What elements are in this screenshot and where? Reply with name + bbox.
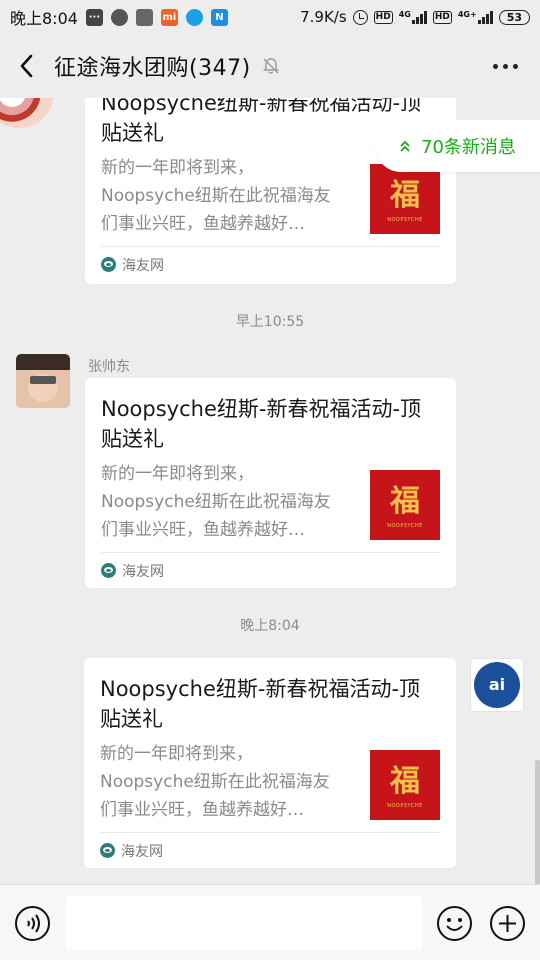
timestamp: 晚上8:04: [240, 618, 300, 634]
chat-header: 征途海水团购(347): [0, 34, 540, 98]
wechat-icon: [110, 8, 128, 26]
source-icon: [101, 563, 116, 578]
message-card[interactable]: Noopsyche纽斯-新春祝福活动-顶贴送礼 新的一年即将到来，Noopsyc…: [84, 658, 456, 868]
chevron-left-icon: [20, 54, 33, 78]
card-source: 海友网: [121, 843, 163, 860]
avatar-logo: ai: [474, 662, 520, 708]
card-thumbnail: 福 NOOPSYCHE: [370, 470, 440, 540]
plus-icon[interactable]: [489, 905, 526, 942]
battery-indicator: 53: [498, 9, 530, 25]
card-desc: 新的一年即将到来，Noopsyche纽斯在此祝福海友们事业兴旺，鱼越养越好…: [101, 464, 331, 540]
thumb-caption: NOOPSYCHE: [387, 522, 423, 529]
net-type-label: 4G: [398, 10, 411, 19]
thumb-caption: NOOPSYCHE: [387, 802, 423, 809]
hd-badge: HD: [432, 10, 452, 24]
card-title: Noopsyche纽斯-新春祝福活动-顶贴送礼: [100, 677, 421, 731]
source-icon: [100, 843, 115, 858]
voice-icon[interactable]: [14, 905, 51, 942]
fu-glyph: 福: [390, 763, 420, 799]
source-icon: [101, 257, 116, 272]
signal-icon: [411, 10, 427, 24]
notification-icon: [135, 8, 153, 26]
fu-glyph: 福: [390, 483, 420, 519]
net-type-label: 4G+: [457, 10, 477, 19]
card-title: Noopsyche纽斯-新春祝福活动-顶贴送礼: [101, 397, 422, 451]
alarm-icon: [352, 9, 368, 25]
chat-bubble-icon: ···: [85, 8, 103, 26]
chat-area[interactable]: Noopsyche纽斯-新春祝福活动-顶贴送礼 新的一年即将到来，Noopsyc…: [0, 98, 540, 884]
bell-muted-icon: [262, 58, 279, 74]
message-input[interactable]: [66, 896, 422, 950]
card-desc: 新的一年即将到来，Noopsyche纽斯在此祝福海友们事业兴旺，鱼越养越好…: [100, 744, 330, 820]
avatar[interactable]: [0, 98, 54, 128]
card-desc: 新的一年即将到来，Noopsyche纽斯在此祝福海友们事业兴旺，鱼越养越好…: [101, 158, 331, 234]
chat-title: 征途海水团购(347): [54, 56, 251, 81]
back-button[interactable]: [0, 34, 54, 98]
emoji-icon[interactable]: [436, 905, 473, 942]
status-bar: 晚上8:04 ··· mi N 7.9K/s HD 4G HD 4G+ 53: [0, 0, 540, 34]
scrollbar[interactable]: [535, 760, 540, 884]
more-button[interactable]: [493, 63, 518, 69]
card-thumbnail: 福 NOOPSYCHE: [370, 164, 440, 234]
input-bar: [0, 884, 540, 960]
mi-icon: mi: [160, 8, 178, 26]
card-source: 海友网: [122, 257, 164, 274]
avatar[interactable]: ai: [470, 658, 524, 712]
sender-name: 张帅东: [88, 359, 130, 375]
n-app-icon: N: [210, 8, 228, 26]
new-messages-label: 70条新消息: [421, 137, 516, 158]
net-speed: 7.9K/s: [300, 8, 347, 26]
timestamp: 早上10:55: [235, 314, 305, 330]
thumb-caption: NOOPSYCHE: [387, 216, 423, 223]
status-time: 晚上8:04: [10, 9, 78, 28]
avatar-blur: [30, 376, 56, 384]
double-chevron-up-icon: [400, 140, 410, 152]
browser-icon: [185, 8, 203, 26]
fu-glyph: 福: [390, 177, 420, 213]
card-thumbnail: 福 NOOPSYCHE: [370, 750, 440, 820]
card-source: 海友网: [122, 563, 164, 580]
message-card[interactable]: Noopsyche纽斯-新春祝福活动-顶贴送礼 新的一年即将到来，Noopsyc…: [85, 378, 456, 588]
signal-icon: [477, 10, 493, 24]
new-messages-button[interactable]: 70条新消息: [375, 120, 540, 172]
avatar[interactable]: [16, 354, 70, 408]
hd-badge: HD: [373, 10, 393, 24]
